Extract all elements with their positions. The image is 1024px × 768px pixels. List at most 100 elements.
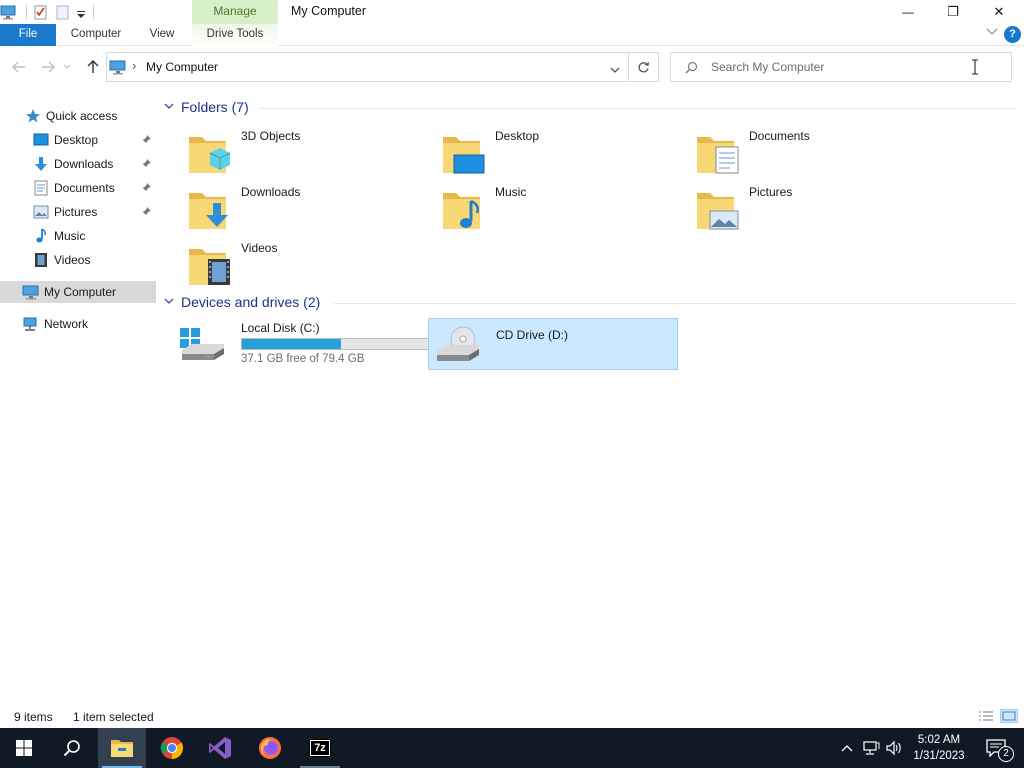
music-icon — [32, 228, 50, 244]
show-hidden-icons-button[interactable] — [838, 728, 856, 768]
network-icon — [22, 316, 40, 332]
refresh-button[interactable] — [629, 52, 659, 82]
group-header-devices[interactable]: Devices and drives (2) — [164, 291, 320, 313]
help-button[interactable]: ? — [1004, 26, 1021, 43]
customize-qat-icon[interactable] — [75, 4, 87, 20]
desktop-icon — [32, 132, 50, 148]
forward-button[interactable] — [37, 57, 59, 77]
back-button[interactable] — [8, 57, 30, 77]
pictures-icon — [32, 204, 50, 220]
arrow-right-icon — [42, 61, 55, 73]
chevron-down-icon — [610, 67, 620, 73]
tab-manage[interactable]: Manage — [192, 0, 278, 24]
nav-item-desktop[interactable]: Desktop — [0, 129, 156, 151]
nav-item-music[interactable]: Music — [0, 225, 156, 247]
search-placeholder: Search My Computer — [711, 60, 825, 74]
address-row: › My Computer Search My Computer — [0, 47, 1024, 87]
group-header-folders[interactable]: Folders (7) — [164, 96, 249, 118]
folder-tile-desktop[interactable]: Desktop — [428, 123, 678, 175]
nav-item-pictures[interactable]: Pictures — [0, 201, 156, 223]
tile-label: Music — [495, 185, 527, 199]
nav-label: Quick access — [46, 109, 118, 123]
nav-item-my-computer[interactable]: My Computer — [0, 281, 156, 303]
tab-view[interactable]: View — [140, 24, 184, 46]
taskbar-file-explorer[interactable] — [98, 728, 146, 768]
large-icons-view-button[interactable] — [1000, 709, 1018, 723]
nav-item-documents[interactable]: Documents — [0, 177, 156, 199]
address-history-button[interactable] — [610, 63, 620, 77]
close-button[interactable]: ✕ — [976, 0, 1022, 24]
nav-label: Network — [44, 317, 89, 331]
visual-studio-icon — [209, 737, 231, 759]
details-view-button[interactable] — [978, 709, 994, 726]
folder-tile-music[interactable]: Music — [428, 179, 678, 231]
nav-quick-access[interactable]: Quick access — [0, 105, 156, 127]
chevron-down-icon — [63, 64, 71, 69]
volume-tray-button[interactable] — [884, 728, 904, 768]
address-bar[interactable]: › My Computer — [106, 52, 629, 82]
taskbar-chrome[interactable] — [148, 728, 196, 768]
taskbar-7zip[interactable]: 7z — [296, 728, 344, 768]
pin-icon[interactable] — [142, 134, 152, 147]
downloads-icon — [32, 156, 50, 172]
tab-drive-tools[interactable]: Drive Tools — [192, 24, 278, 46]
large-icons-view-icon — [1002, 711, 1016, 721]
restore-button[interactable]: ❐ — [930, 0, 976, 24]
tile-label: Pictures — [749, 185, 793, 199]
minimize-button[interactable]: — — [885, 0, 931, 24]
drive-tile-cd-drive-d[interactable]: CD Drive (D:) — [428, 318, 678, 370]
chevron-down-icon — [986, 28, 998, 35]
navigation-pane: Quick access Desktop Downloads Documents — [0, 87, 156, 705]
arrow-up-icon — [87, 60, 99, 73]
network-tray-button[interactable] — [860, 728, 882, 768]
computer-icon[interactable] — [0, 4, 18, 20]
content-pane: Folders (7) 3D Objects Desktop Documents… — [164, 87, 1024, 705]
nav-item-videos[interactable]: Videos — [0, 249, 156, 271]
taskbar-clock[interactable]: 5:02 AM 1/31/2023 — [905, 732, 973, 764]
expand-ribbon-button[interactable] — [984, 26, 1000, 42]
folder-tile-downloads[interactable]: Downloads — [174, 179, 424, 231]
pin-icon[interactable] — [142, 158, 152, 171]
breadcrumb-my-computer[interactable]: My Computer — [146, 60, 218, 74]
tab-file[interactable]: File — [0, 24, 56, 46]
new-folder-icon[interactable] — [55, 4, 71, 20]
start-button[interactable] — [0, 728, 48, 768]
start-icon — [16, 740, 32, 756]
quick-access-toolbar — [0, 3, 94, 21]
group-title: Folders (7) — [181, 99, 249, 115]
folder-tile-videos[interactable]: Videos — [174, 235, 424, 287]
folder-tile-documents[interactable]: Documents — [682, 123, 932, 175]
pin-icon[interactable] — [142, 206, 152, 219]
notification-count-badge: 2 — [998, 746, 1014, 762]
nav-item-network[interactable]: Network — [0, 313, 156, 335]
taskbar-firefox[interactable] — [246, 728, 294, 768]
tab-computer[interactable]: Computer — [62, 24, 130, 46]
properties-icon[interactable] — [33, 4, 49, 20]
videos-folder-icon — [186, 241, 234, 289]
local-disk-icon — [178, 326, 226, 374]
videos-icon — [32, 252, 50, 268]
search-box[interactable]: Search My Computer — [670, 52, 1012, 82]
folder-tile-3d-objects[interactable]: 3D Objects — [174, 123, 424, 175]
downloads-folder-icon — [186, 185, 234, 233]
nav-label: Downloads — [54, 157, 114, 171]
taskbar-search-button[interactable] — [48, 728, 96, 768]
nav-item-downloads[interactable]: Downloads — [0, 153, 156, 175]
arrow-left-icon — [12, 61, 25, 73]
search-icon — [63, 740, 80, 757]
group-divider — [260, 108, 1016, 109]
clock-time: 5:02 AM — [917, 734, 961, 746]
drive-tile-local-disk-c[interactable]: Local Disk (C:) 37.1 GB free of 79.4 GB — [174, 318, 430, 370]
status-selection: 1 item selected — [73, 710, 154, 724]
close-icon: ✕ — [993, 4, 1005, 19]
taskbar-visual-studio[interactable] — [196, 728, 244, 768]
recent-locations-button[interactable] — [60, 57, 74, 77]
status-bar: 9 items 1 item selected — [0, 705, 1024, 728]
pin-icon[interactable] — [142, 182, 152, 195]
action-center-button[interactable]: 2 — [976, 728, 1016, 768]
breadcrumb-separator[interactable]: › — [132, 58, 136, 73]
pictures-folder-icon — [694, 185, 742, 233]
folder-tile-pictures[interactable]: Pictures — [682, 179, 932, 231]
desktop-folder-icon — [440, 129, 488, 177]
up-button[interactable] — [82, 57, 104, 77]
